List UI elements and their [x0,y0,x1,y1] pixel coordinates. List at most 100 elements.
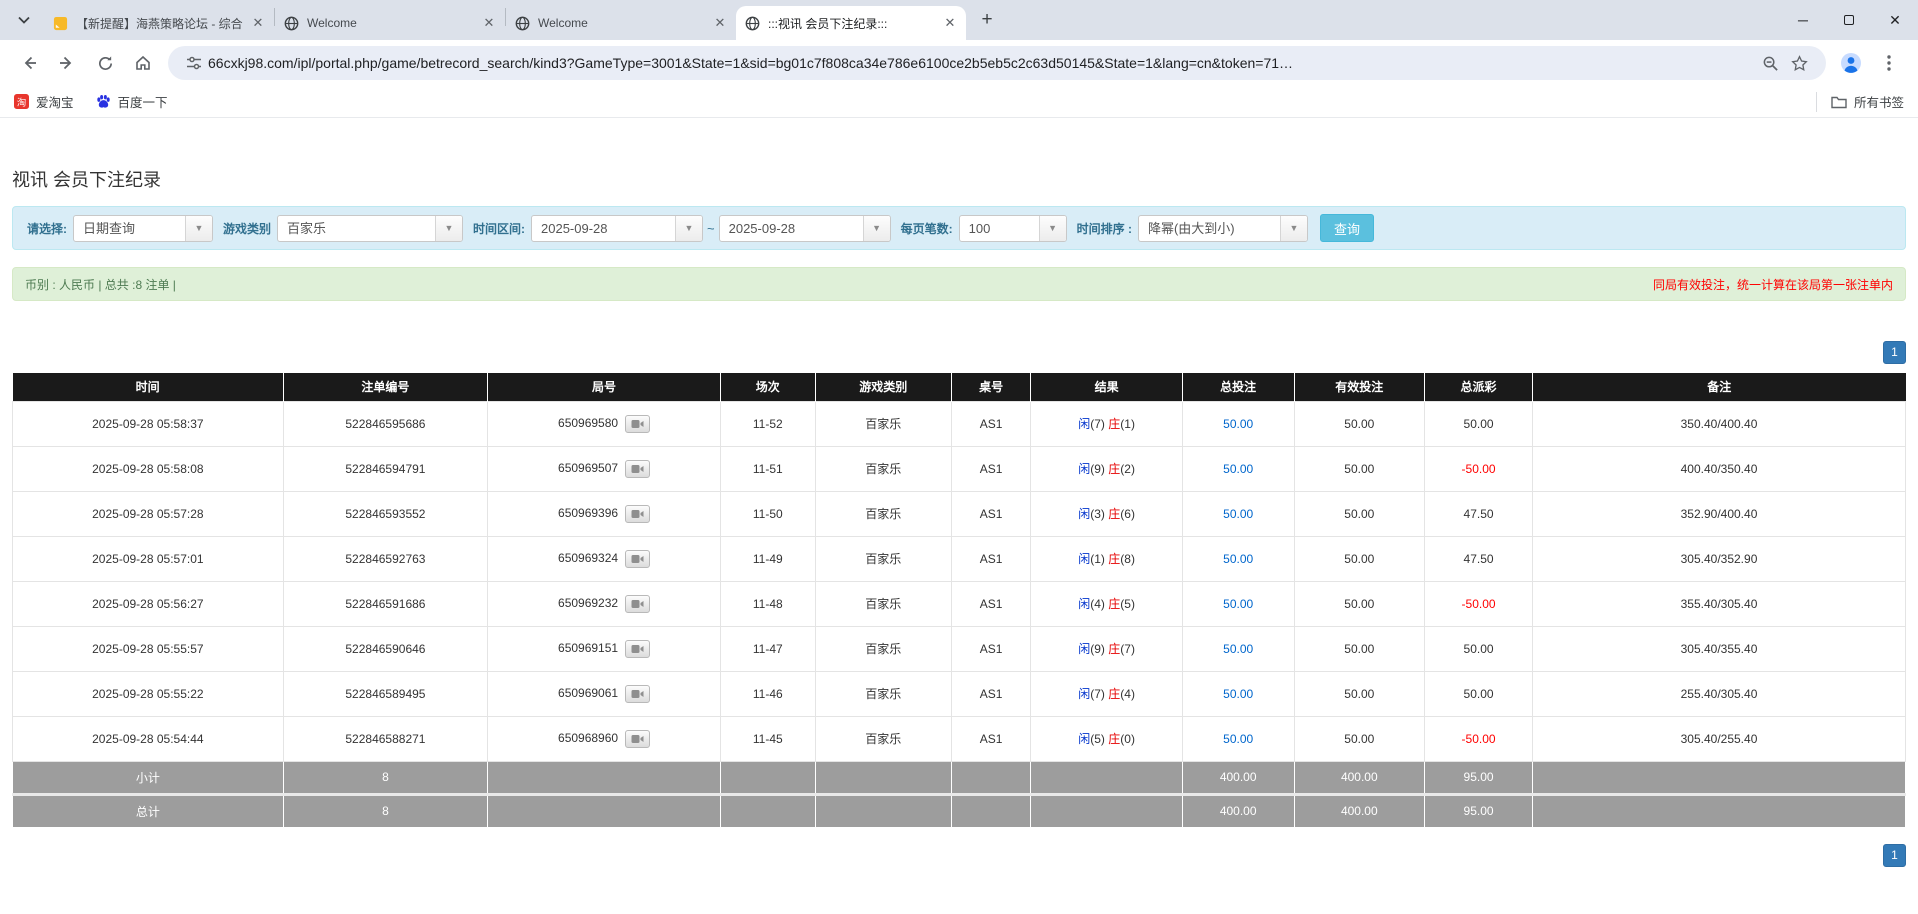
video-replay-icon[interactable] [625,460,650,478]
cell-total-bet[interactable]: 50.00 [1182,536,1294,581]
chevron-down-icon[interactable]: ▼ [1280,216,1307,241]
tab-search-chevron-icon[interactable] [10,6,38,34]
svg-text:淘: 淘 [17,96,26,108]
restore-icon [1844,15,1854,25]
date-to-select[interactable]: 2025-09-28 ▼ [719,215,891,242]
cell-total-bet[interactable]: 50.00 [1182,581,1294,626]
all-bookmarks[interactable]: 所有书签 [1816,92,1904,112]
cell-result: 闲(9) 庄(2) [1031,446,1182,491]
tune-icon[interactable] [186,55,202,71]
total-bet-link[interactable]: 50.00 [1223,597,1253,611]
cell-total-bet[interactable]: 50.00 [1182,401,1294,446]
cell-bet-id: 522846590646 [283,626,487,671]
footer-cell [720,794,815,827]
chevron-down-icon[interactable]: ▼ [435,216,462,241]
tab-close-icon[interactable]: ✕ [712,15,728,31]
minimize-button[interactable]: ─ [1780,0,1826,40]
cell-total-bet[interactable]: 50.00 [1182,716,1294,761]
sort-order-select[interactable]: 降幂(由大到小) ▼ [1138,215,1308,242]
tab-welcome-1[interactable]: Welcome ✕ [275,6,505,40]
table-row: 2025-09-28 05:54:44522846588271650968960… [13,716,1906,761]
address-bar[interactable]: 66cxkj98.com/ipl/portal.php/game/betreco… [168,46,1826,80]
video-replay-icon[interactable] [625,415,650,433]
page-1-button[interactable]: 1 [1883,844,1906,867]
chevron-down-icon[interactable]: ▼ [675,216,702,241]
date-from-select[interactable]: 2025-09-28 ▼ [531,215,703,242]
cell-total-bet[interactable]: 50.00 [1182,671,1294,716]
table-row: 2025-09-28 05:58:08522846594791650969507… [13,446,1906,491]
maximize-button[interactable] [1826,0,1872,40]
cell-total-bet[interactable]: 50.00 [1182,626,1294,671]
footer-cell: 8 [283,761,487,794]
cell-round: 650969232 [488,581,721,626]
video-replay-icon[interactable] [625,595,650,613]
total-bet-link[interactable]: 50.00 [1223,732,1253,746]
query-type-select[interactable]: 日期查询 ▼ [73,215,213,242]
close-button[interactable]: ✕ [1872,0,1918,40]
back-icon[interactable] [10,44,48,82]
cell-round: 650969507 [488,446,721,491]
cell-bet-id: 522846595686 [283,401,487,446]
cell-bet-id: 522846589495 [283,671,487,716]
game-type-select[interactable]: 百家乐 ▼ [277,215,463,242]
video-replay-icon[interactable] [625,730,650,748]
tab-welcome-2[interactable]: Welcome ✕ [506,6,736,40]
video-replay-icon[interactable] [625,505,650,523]
footer-cell [1533,794,1906,827]
search-button[interactable]: 查询 [1320,214,1374,242]
home-icon[interactable] [124,44,162,82]
new-tab-button[interactable]: + [974,7,1000,33]
total-bet-link[interactable]: 50.00 [1223,687,1253,701]
chevron-down-icon[interactable]: ▼ [1039,216,1066,241]
forward-icon[interactable] [48,44,86,82]
bookmark-taobao[interactable]: 淘 爱淘宝 [14,92,74,111]
cell-total-bet[interactable]: 50.00 [1182,446,1294,491]
table-row: 2025-09-28 05:55:57522846590646650969151… [13,626,1906,671]
cell-remark: 355.40/305.40 [1533,581,1906,626]
tab-close-icon[interactable]: ✕ [250,15,266,31]
profile-avatar[interactable] [1832,44,1870,82]
cell-bet-id: 522846591686 [283,581,487,626]
cell-result: 闲(7) 庄(4) [1031,671,1182,716]
pagination-bottom: 1 [12,844,1906,867]
zoom-icon[interactable] [1762,55,1779,72]
tab-forum[interactable]: 【新提醒】海燕策略论坛 - 综合 ✕ [44,6,274,40]
total-bet-link[interactable]: 50.00 [1223,507,1253,521]
page-1-button[interactable]: 1 [1883,341,1906,364]
tab-close-icon[interactable]: ✕ [942,15,958,31]
total-bet-link[interactable]: 50.00 [1223,462,1253,476]
per-page-select[interactable]: 100 ▼ [959,215,1067,242]
date-from-value: 2025-09-28 [532,216,675,241]
cell-game-type: 百家乐 [815,491,951,536]
menu-kebab-icon[interactable] [1870,44,1908,82]
cell-remark: 400.40/350.40 [1533,446,1906,491]
cell-time: 2025-09-28 05:55:57 [13,626,284,671]
cell-bet-id: 522846588271 [283,716,487,761]
cell-round: 650969324 [488,536,721,581]
bookmark-baidu[interactable]: 百度一下 [96,92,168,111]
footer-cell [815,761,951,794]
payout-value: -50.00 [1462,597,1496,611]
tab-bet-record-active[interactable]: :::视讯 会员下注纪录::: ✕ [736,6,966,40]
chevron-down-icon[interactable]: ▼ [185,216,212,241]
video-replay-icon[interactable] [625,685,650,703]
url-text[interactable]: 66cxkj98.com/ipl/portal.php/game/betreco… [208,55,1756,71]
chevron-down-icon[interactable]: ▼ [863,216,890,241]
round-number: 650969232 [558,596,618,610]
total-bet-link[interactable]: 50.00 [1223,417,1253,431]
footer-cell: 400.00 [1182,794,1294,827]
column-header: 桌号 [951,373,1031,401]
video-replay-icon[interactable] [625,640,650,658]
result-player: 闲(9) [1078,462,1105,476]
cell-table-number: AS1 [951,446,1031,491]
reload-icon[interactable] [86,44,124,82]
filter-select-label: 请选择: [27,220,67,237]
total-bet-link[interactable]: 50.00 [1223,552,1253,566]
cell-total-bet[interactable]: 50.00 [1182,491,1294,536]
bookmark-star-icon[interactable] [1791,55,1808,72]
video-replay-icon[interactable] [625,550,650,568]
total-bet-link[interactable]: 50.00 [1223,642,1253,656]
cell-payout: 47.50 [1425,491,1533,536]
tab-close-icon[interactable]: ✕ [481,15,497,31]
cell-payout: 50.00 [1425,626,1533,671]
